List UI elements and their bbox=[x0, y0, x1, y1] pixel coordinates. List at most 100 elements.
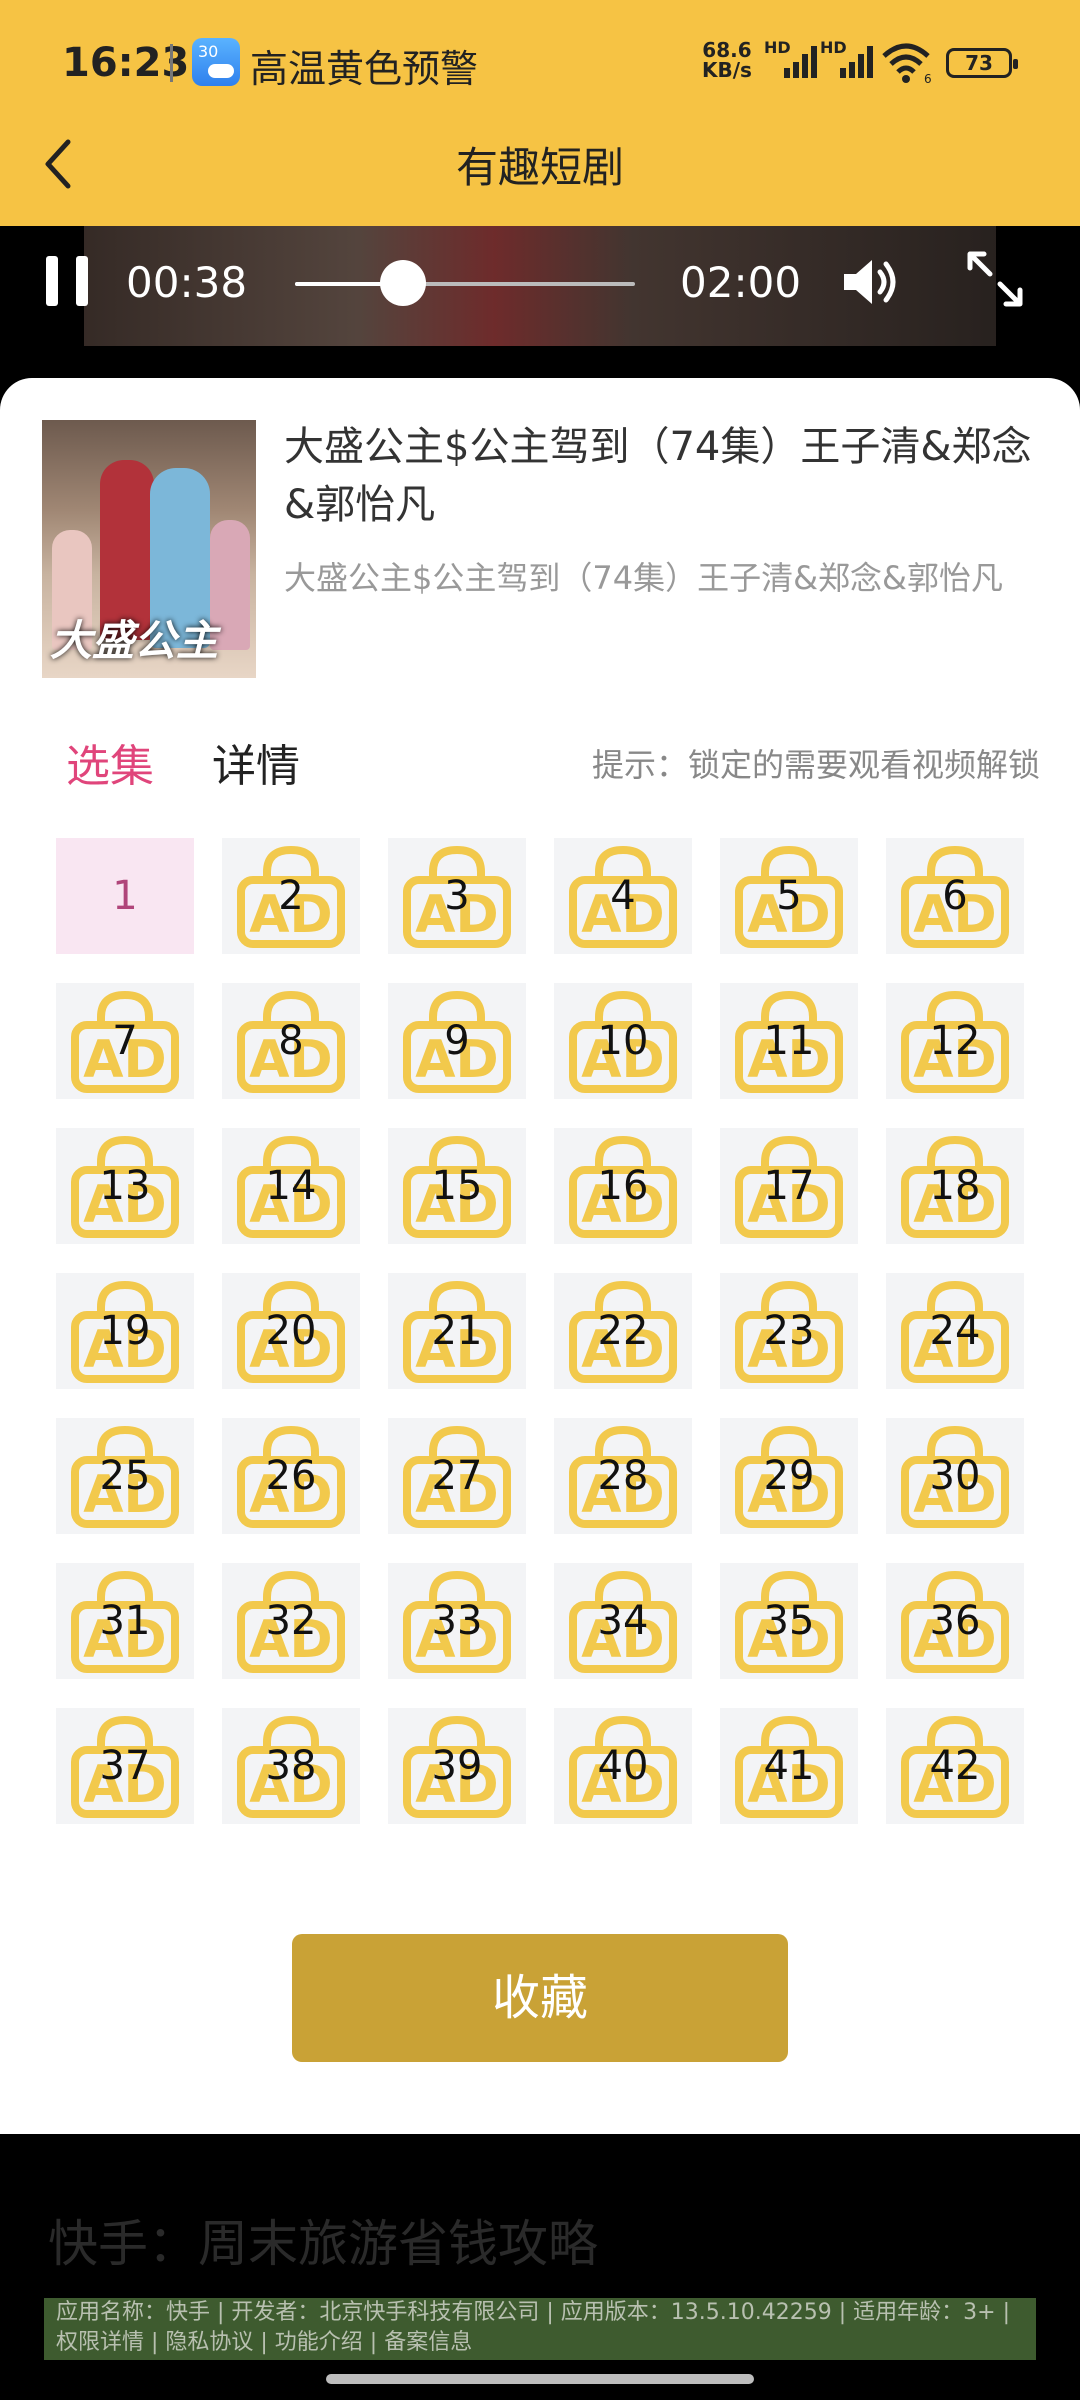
episode-number: 42 bbox=[929, 1743, 981, 1789]
episode-cell[interactable]: AD 22 bbox=[554, 1273, 692, 1389]
ad-info-line: 应用名称：快手 | 开发者：北京快手科技有限公司 | 应用版本：13.5.10.… bbox=[56, 2300, 1010, 2325]
episode-cell[interactable]: AD 37 bbox=[56, 1708, 194, 1824]
unlock-hint: 提示：锁定的需要观看视频解锁 bbox=[591, 746, 1040, 784]
episode-number: 29 bbox=[763, 1453, 815, 1499]
tab-details[interactable]: 详情 bbox=[212, 730, 300, 794]
episode-number: 28 bbox=[597, 1453, 649, 1499]
episode-cell[interactable]: AD 6 bbox=[886, 838, 1024, 954]
episode-number: 9 bbox=[444, 1018, 470, 1064]
episode-cell[interactable]: AD 28 bbox=[554, 1418, 692, 1534]
weather-icon: 30 bbox=[192, 38, 240, 86]
episode-number: 35 bbox=[763, 1598, 815, 1644]
battery-icon: 73 bbox=[946, 48, 1018, 78]
tab-episodes[interactable]: 选集 bbox=[66, 730, 154, 794]
volume-icon[interactable] bbox=[840, 252, 904, 312]
drama-subtitle: 大盛公主$公主驾到（74集）王子清&郑念&郭怡凡 bbox=[284, 559, 1003, 597]
episode-number: 20 bbox=[265, 1308, 317, 1354]
cell-signal-icon: HD bbox=[764, 38, 820, 82]
episode-number: 31 bbox=[99, 1598, 151, 1644]
episode-cell[interactable]: AD 25 bbox=[56, 1418, 194, 1534]
ad-info-line: 权限详情 | 隐私协议 | 功能介绍 | 备案信息 bbox=[56, 2330, 473, 2355]
poster-title: 大盛公主 bbox=[50, 616, 219, 665]
episode-number: 34 bbox=[597, 1598, 649, 1644]
episode-cell[interactable]: AD 19 bbox=[56, 1273, 194, 1389]
episode-number: 41 bbox=[763, 1743, 815, 1789]
episode-cell[interactable]: AD 4 bbox=[554, 838, 692, 954]
drama-poster: 大盛公主 bbox=[42, 420, 256, 678]
episode-number: 2 bbox=[278, 873, 304, 919]
episode-cell[interactable]: AD 17 bbox=[720, 1128, 858, 1244]
episode-number: 16 bbox=[597, 1163, 649, 1209]
episode-cell[interactable]: AD 35 bbox=[720, 1563, 858, 1679]
status-bar: 16:23 30 高温黄色预警 68.6 KB/s HD HD 6 73 bbox=[0, 0, 1080, 120]
drama-title: 大盛公主$公主驾到（74集）王子清&郑念&郭怡凡 bbox=[284, 424, 1032, 528]
ad-title[interactable]: 快手：周末旅游省钱攻略 bbox=[48, 2204, 598, 2276]
episode-number: 32 bbox=[265, 1598, 317, 1644]
episode-number: 23 bbox=[763, 1308, 815, 1354]
episode-cell[interactable]: AD 18 bbox=[886, 1128, 1024, 1244]
app-header: 16:23 30 高温黄色预警 68.6 KB/s HD HD 6 73 有趣短… bbox=[0, 0, 1080, 226]
episode-number: 15 bbox=[431, 1163, 483, 1209]
episode-number: 17 bbox=[763, 1163, 815, 1209]
episode-cell[interactable]: AD 30 bbox=[886, 1418, 1024, 1534]
episode-cell[interactable]: AD 3 bbox=[388, 838, 526, 954]
episode-cell[interactable]: AD 10 bbox=[554, 983, 692, 1099]
episode-cell[interactable]: AD 31 bbox=[56, 1563, 194, 1679]
episode-cell[interactable]: AD 40 bbox=[554, 1708, 692, 1824]
episode-cell[interactable]: AD 13 bbox=[56, 1128, 194, 1244]
progress-knob[interactable] bbox=[379, 260, 426, 306]
episode-cell[interactable]: AD 15 bbox=[388, 1128, 526, 1244]
episode-number: 30 bbox=[929, 1453, 981, 1499]
episode-cell[interactable]: AD 24 bbox=[886, 1273, 1024, 1389]
episode-cell[interactable]: AD 23 bbox=[720, 1273, 858, 1389]
episode-number: 3 bbox=[444, 873, 470, 919]
episode-number: 25 bbox=[99, 1453, 151, 1499]
episode-cell[interactable]: AD 14 bbox=[222, 1128, 360, 1244]
episode-number: 4 bbox=[610, 873, 636, 919]
episode-cell[interactable]: AD 38 bbox=[222, 1708, 360, 1824]
episode-number: 5 bbox=[776, 873, 802, 919]
episode-cell[interactable]: AD 8 bbox=[222, 983, 360, 1099]
ad-app-info[interactable]: 应用名称：快手 | 开发者：北京快手科技有限公司 | 应用版本：13.5.10.… bbox=[44, 2298, 1036, 2360]
status-divider bbox=[170, 44, 173, 82]
episode-cell[interactable]: AD 21 bbox=[388, 1273, 526, 1389]
favorite-button[interactable]: 收藏 bbox=[292, 1934, 788, 2062]
episode-sheet: 大盛公主 大盛公主$公主驾到（74集）王子清&郑念&郭怡凡 大盛公主$公主驾到（… bbox=[0, 378, 1080, 2134]
episode-cell[interactable]: AD 5 bbox=[720, 838, 858, 954]
episode-cell[interactable]: AD 36 bbox=[886, 1563, 1024, 1679]
progress-slider[interactable] bbox=[295, 260, 635, 306]
episode-cell[interactable]: AD 29 bbox=[720, 1418, 858, 1534]
page-title: 有趣短剧 bbox=[455, 143, 624, 192]
episode-cell[interactable]: AD 12 bbox=[886, 983, 1024, 1099]
episode-cell[interactable]: AD 26 bbox=[222, 1418, 360, 1534]
episode-cell[interactable]: AD 42 bbox=[886, 1708, 1024, 1824]
pause-icon[interactable] bbox=[46, 256, 90, 306]
episode-number: 39 bbox=[431, 1743, 483, 1789]
episode-cell[interactable]: 1 bbox=[56, 838, 194, 954]
episode-cell[interactable]: AD 11 bbox=[720, 983, 858, 1099]
episode-cell[interactable]: AD 32 bbox=[222, 1563, 360, 1679]
episode-number: 10 bbox=[597, 1018, 649, 1064]
episode-number: 6 bbox=[942, 873, 968, 919]
current-time: 00:38 bbox=[126, 258, 248, 307]
episode-cell[interactable]: AD 34 bbox=[554, 1563, 692, 1679]
episode-number: 11 bbox=[763, 1018, 815, 1064]
episode-cell[interactable]: AD 7 bbox=[56, 983, 194, 1099]
episode-cell[interactable]: AD 20 bbox=[222, 1273, 360, 1389]
home-indicator[interactable] bbox=[326, 2374, 754, 2384]
fullscreen-icon[interactable] bbox=[964, 248, 1026, 310]
wifi-badge: 6 bbox=[924, 72, 932, 84]
episode-cell[interactable]: AD 27 bbox=[388, 1418, 526, 1534]
episode-number: 40 bbox=[597, 1743, 649, 1789]
episode-number: 18 bbox=[929, 1163, 981, 1209]
episode-number: 24 bbox=[929, 1308, 981, 1354]
episode-cell[interactable]: AD 9 bbox=[388, 983, 526, 1099]
episode-cell[interactable]: AD 16 bbox=[554, 1128, 692, 1244]
episode-cell[interactable]: AD 33 bbox=[388, 1563, 526, 1679]
episode-cell[interactable]: AD 39 bbox=[388, 1708, 526, 1824]
episode-cell[interactable]: AD 2 bbox=[222, 838, 360, 954]
video-player[interactable]: 00:38 02:00 bbox=[0, 226, 1080, 378]
episode-number: 12 bbox=[929, 1018, 981, 1064]
episode-cell[interactable]: AD 41 bbox=[720, 1708, 858, 1824]
episode-number: 36 bbox=[929, 1598, 981, 1644]
